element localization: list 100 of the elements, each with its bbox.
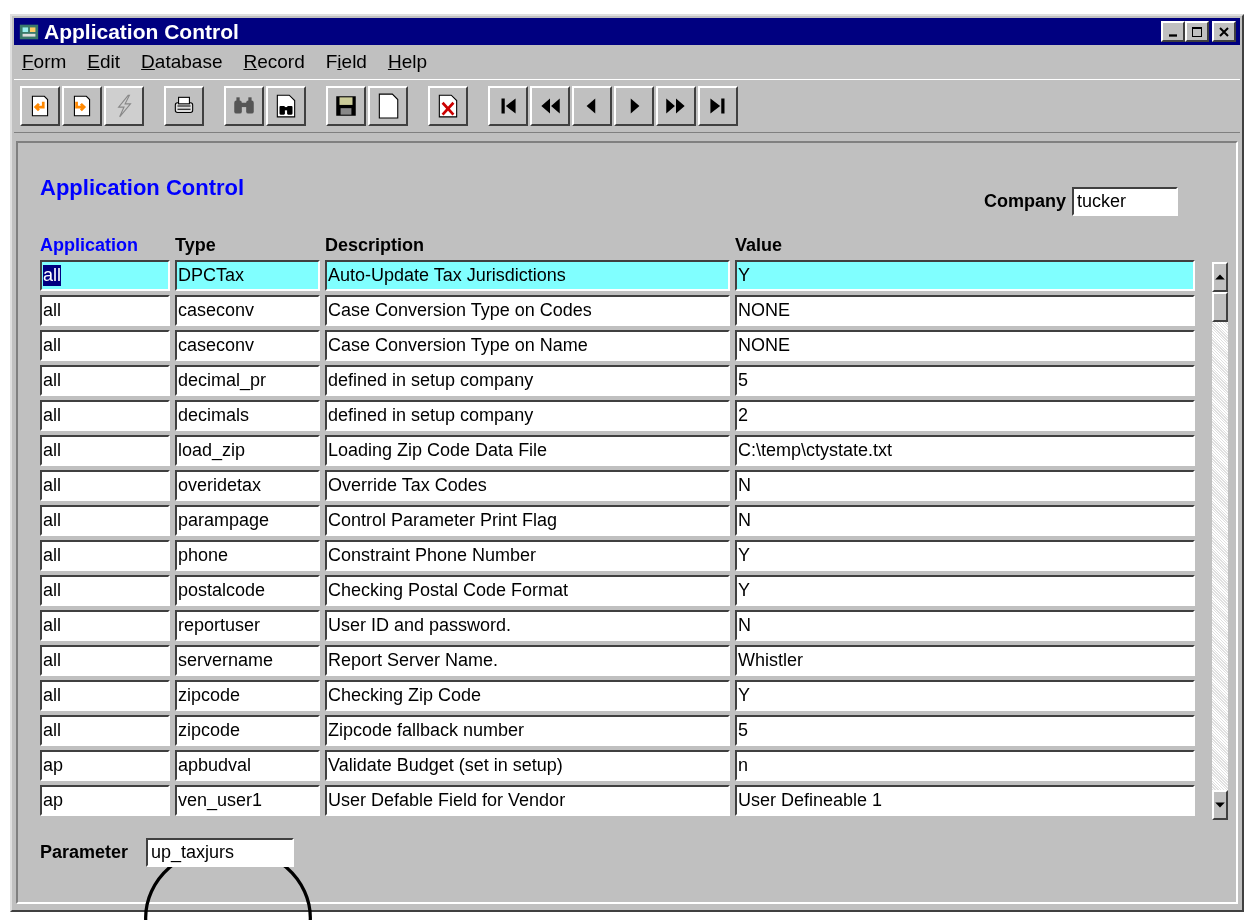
table-cell[interactable]: 2	[735, 400, 1195, 431]
table-cell[interactable]: phone	[175, 540, 320, 571]
column-header: Application	[40, 235, 139, 256]
table-cell[interactable]: zipcode	[175, 715, 320, 746]
table-cell[interactable]: User Defable Field for Vendor	[325, 785, 730, 816]
table-cell[interactable]: all	[40, 260, 170, 291]
print-button[interactable]	[164, 86, 204, 126]
first-button[interactable]	[488, 86, 528, 126]
table-cell[interactable]: all	[40, 575, 170, 606]
menu-item[interactable]: Form	[22, 51, 67, 73]
table-cell[interactable]: servername	[175, 645, 320, 676]
table-cell[interactable]: all	[40, 295, 170, 326]
table-cell[interactable]: N	[735, 505, 1195, 536]
table-cell[interactable]: Auto-Update Tax Jurisdictions	[325, 260, 730, 291]
table-cell[interactable]: caseconv	[175, 330, 320, 361]
save-button[interactable]	[326, 86, 366, 126]
table-cell[interactable]: Override Tax Codes	[325, 470, 730, 501]
table-cell[interactable]: 5	[735, 715, 1195, 746]
table-cell[interactable]: all	[40, 330, 170, 361]
table-cell[interactable]: Y	[735, 260, 1195, 291]
new-button[interactable]	[368, 86, 408, 126]
table-cell[interactable]: Case Conversion Type on Codes	[325, 295, 730, 326]
table-cell[interactable]: Y	[735, 540, 1195, 571]
table-cell[interactable]: NONE	[735, 295, 1195, 326]
menu-item[interactable]: Field	[325, 51, 367, 73]
table-cell[interactable]: decimals	[175, 400, 320, 431]
table-cell[interactable]: postalcode	[175, 575, 320, 606]
table-cell[interactable]: all	[40, 680, 170, 711]
table-cell[interactable]: all	[40, 470, 170, 501]
table-cell[interactable]: ap	[40, 750, 170, 781]
maximize-icon	[1191, 25, 1203, 38]
find-button[interactable]	[224, 86, 264, 126]
table-cell[interactable]: User ID and password.	[325, 610, 730, 641]
table-cell[interactable]: apbudval	[175, 750, 320, 781]
minimize-icon	[1169, 34, 1177, 37]
close-button[interactable]	[1212, 21, 1236, 42]
table-cell[interactable]: DPCTax	[175, 260, 320, 291]
table-cell[interactable]: Control Parameter Print Flag	[325, 505, 730, 536]
table-cell[interactable]: parampage	[175, 505, 320, 536]
table-cell[interactable]: NONE	[735, 330, 1195, 361]
scroll-down-button[interactable]	[1212, 790, 1228, 820]
table-cell[interactable]: 5	[735, 365, 1195, 396]
table-cell[interactable]: Constraint Phone Number	[325, 540, 730, 571]
column-header: Type	[175, 235, 217, 256]
menu-item[interactable]: Database	[141, 51, 223, 73]
menu-item[interactable]: Edit	[87, 51, 121, 73]
table-cell[interactable]: Y	[735, 680, 1195, 711]
table-cell[interactable]: zipcode	[175, 680, 320, 711]
enter-button[interactable]	[20, 86, 60, 126]
close-icon	[1218, 25, 1230, 38]
prev-button[interactable]	[572, 86, 612, 126]
table-cell[interactable]: defined in setup company	[325, 400, 730, 431]
table-cell[interactable]: ap	[40, 785, 170, 816]
table-cell[interactable]: Y	[735, 575, 1195, 606]
table-cell[interactable]: C:\temp\ctystate.txt	[735, 435, 1195, 466]
next-button[interactable]	[614, 86, 654, 126]
table-cell[interactable]: Whistler	[735, 645, 1195, 676]
column-header: Description	[325, 235, 426, 256]
scroll-up-button[interactable]	[1212, 262, 1228, 292]
table-cell[interactable]: Zipcode fallback number	[325, 715, 730, 746]
table-cell[interactable]: reportuser	[175, 610, 320, 641]
form-heading: Application Control	[40, 175, 245, 201]
table-cell[interactable]: all	[40, 610, 170, 641]
table-cell[interactable]: Validate Budget (set in setup)	[325, 750, 730, 781]
menu-item[interactable]: Help	[387, 51, 428, 73]
table-cell[interactable]: Checking Postal Code Format	[325, 575, 730, 606]
last-button[interactable]	[698, 86, 738, 126]
table-cell[interactable]: load_zip	[175, 435, 320, 466]
table-cell[interactable]: Report Server Name.	[325, 645, 730, 676]
table-cell[interactable]: Checking Zip Code	[325, 680, 730, 711]
delete-button[interactable]	[428, 86, 468, 126]
table-cell[interactable]: Case Conversion Type on Name	[325, 330, 730, 361]
table-cell[interactable]: all	[40, 540, 170, 571]
table-cell[interactable]: User Defineable 1	[735, 785, 1195, 816]
parameter-field[interactable]: up_taxjurs	[146, 838, 295, 867]
table-cell[interactable]: defined in setup company	[325, 365, 730, 396]
table-cell[interactable]: all	[40, 505, 170, 536]
table-cell[interactable]: all	[40, 365, 170, 396]
table-cell[interactable]: N	[735, 470, 1195, 501]
scroll-thumb[interactable]	[1212, 292, 1228, 322]
table-cell[interactable]: overidetax	[175, 470, 320, 501]
company-field[interactable]: tucker	[1072, 187, 1178, 216]
table-cell[interactable]: ven_user1	[175, 785, 320, 816]
nextpage-button[interactable]	[656, 86, 696, 126]
scrollbar[interactable]	[1212, 262, 1228, 820]
table-cell[interactable]: caseconv	[175, 295, 320, 326]
findpage-button[interactable]	[266, 86, 306, 126]
minimize-button[interactable]	[1161, 21, 1185, 42]
menu-item[interactable]: Record	[243, 51, 305, 73]
table-cell[interactable]: all	[40, 645, 170, 676]
prevpage-button[interactable]	[530, 86, 570, 126]
table-cell[interactable]: decimal_pr	[175, 365, 320, 396]
exit-button[interactable]	[62, 86, 102, 126]
maximize-button[interactable]	[1185, 21, 1209, 42]
table-cell[interactable]: all	[40, 715, 170, 746]
table-cell[interactable]: all	[40, 435, 170, 466]
table-cell[interactable]: n	[735, 750, 1195, 781]
table-cell[interactable]: all	[40, 400, 170, 431]
table-cell[interactable]: N	[735, 610, 1195, 641]
table-cell[interactable]: Loading Zip Code Data File	[325, 435, 730, 466]
